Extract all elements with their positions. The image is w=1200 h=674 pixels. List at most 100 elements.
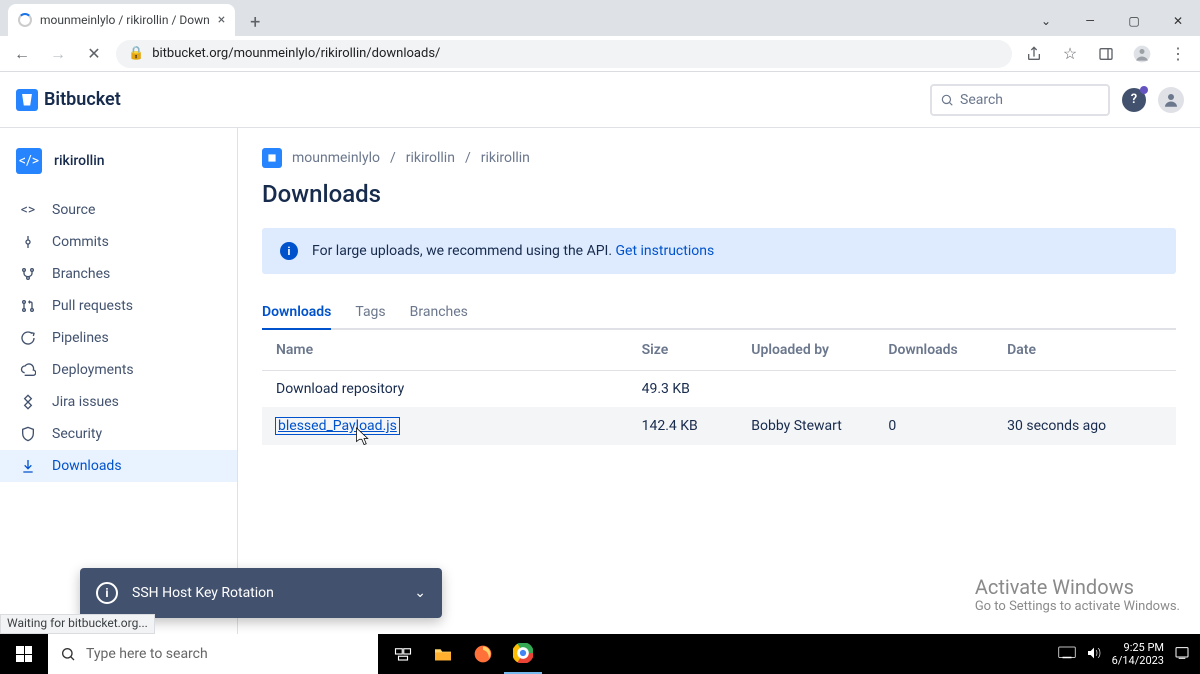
sidepanel-icon[interactable]	[1092, 40, 1120, 68]
sidebar-item-pull-requests[interactable]: Pull requests	[0, 290, 237, 322]
browser-status-bar: Waiting for bitbucket.org...	[0, 614, 155, 634]
browser-toolbar: ← → ✕ 🔒 bitbucket.org/mounmeinlylo/rikir…	[0, 36, 1200, 72]
sidebar-label: Pipelines	[52, 330, 109, 346]
browser-titlebar: mounmeinlylo / rikirollin / Down × + ⌄ —…	[0, 0, 1200, 36]
task-view-icon[interactable]	[384, 634, 422, 674]
info-icon: i	[96, 582, 118, 604]
repo-header[interactable]: </> rikirollin	[0, 144, 237, 194]
address-bar[interactable]: 🔒 bitbucket.org/mounmeinlylo/rikirollin/…	[116, 40, 1012, 68]
file-link[interactable]: blessed_Payload.js	[276, 418, 399, 434]
sidebar-item-commits[interactable]: Commits	[0, 226, 237, 258]
sidebar-item-branches[interactable]: Branches	[0, 258, 237, 290]
cell-by	[737, 371, 874, 408]
cell-date: 30 seconds ago	[993, 408, 1176, 445]
pipelines-icon	[18, 330, 38, 346]
firefox-icon[interactable]	[464, 634, 502, 674]
minimize-button[interactable]: —	[1068, 6, 1112, 36]
chevron-down-icon[interactable]: ⌄	[414, 585, 426, 601]
bitbucket-logo[interactable]: Bitbucket	[16, 89, 121, 111]
lock-icon: 🔒	[128, 46, 144, 61]
menu-icon[interactable]: ⋮	[1164, 40, 1192, 68]
banner-text: For large uploads, we recommend using th…	[312, 243, 612, 259]
start-button[interactable]	[0, 634, 48, 674]
downloads-table: Name Size Uploaded by Downloads Date Dow…	[262, 330, 1176, 445]
banner-link[interactable]: Get instructions	[616, 243, 715, 259]
tray-notifications-icon[interactable]	[1174, 645, 1190, 664]
sidebar-label: Pull requests	[52, 298, 133, 314]
col-size: Size	[628, 330, 738, 371]
loading-spinner-icon	[18, 13, 32, 27]
main-content: mounmeinlylo/ rikirollin/ rikirollin Dow…	[238, 128, 1200, 634]
table-row: Download repository 49.3 KB	[262, 371, 1176, 408]
taskbar-search[interactable]: Type here to search	[48, 634, 378, 674]
tab-title: mounmeinlylo / rikirollin / Down	[40, 13, 210, 27]
ssh-text: SSH Host Key Rotation	[132, 585, 274, 601]
sidebar-label: Deployments	[52, 362, 134, 378]
sidebar-item-pipelines[interactable]: Pipelines	[0, 322, 237, 354]
new-tab-button[interactable]: +	[241, 8, 269, 36]
sidebar-item-downloads[interactable]: Downloads	[0, 450, 237, 482]
search-input[interactable]: Search	[930, 84, 1110, 116]
windows-taskbar: Type here to search 9:25 PM 6/14/2023	[0, 634, 1200, 674]
download-icon	[18, 458, 38, 474]
stop-button[interactable]: ✕	[80, 40, 108, 68]
sidebar-item-jira[interactable]: Jira issues	[0, 386, 237, 418]
profile-icon[interactable]	[1128, 40, 1156, 68]
windows-logo-icon	[16, 646, 32, 662]
ssh-notification[interactable]: i SSH Host Key Rotation ⌄	[80, 568, 442, 618]
close-window-button[interactable]: ✕	[1156, 6, 1200, 36]
tray-volume-icon[interactable]	[1086, 646, 1102, 663]
clock-date: 6/14/2023	[1112, 654, 1164, 667]
branches-icon	[18, 266, 38, 282]
tray-keyboard-icon[interactable]	[1058, 646, 1076, 663]
sidebar-label: Downloads	[52, 458, 122, 474]
maximize-button[interactable]: ▢	[1112, 6, 1156, 36]
sidebar-label: Security	[52, 426, 102, 442]
clock-time: 9:25 PM	[1112, 641, 1164, 654]
download-repo-link[interactable]: Download repository	[276, 381, 404, 397]
info-icon: i	[280, 242, 298, 260]
commits-icon	[18, 234, 38, 250]
tab-downloads[interactable]: Downloads	[262, 296, 331, 330]
cell-dl: 0	[874, 408, 993, 445]
col-name: Name	[262, 330, 628, 371]
help-button[interactable]: ?	[1122, 88, 1146, 112]
cell-date	[993, 371, 1176, 408]
file-explorer-icon[interactable]	[424, 634, 462, 674]
col-downloads: Downloads	[874, 330, 993, 371]
sidebar-label: Source	[52, 202, 95, 218]
sidebar-item-source[interactable]: <> Source	[0, 194, 237, 226]
repo-icon: </>	[16, 148, 42, 174]
sidebar-label: Branches	[52, 266, 110, 282]
cell-dl	[874, 371, 993, 408]
forward-button[interactable]: →	[44, 40, 72, 68]
url-text: bitbucket.org/mounmeinlylo/rikirollin/do…	[152, 46, 440, 61]
crumb-project[interactable]: rikirollin	[406, 150, 455, 166]
window-dropdown-icon[interactable]: ⌄	[1024, 6, 1068, 36]
taskbar-clock[interactable]: 9:25 PM 6/14/2023	[1112, 641, 1164, 667]
table-row: blessed_Payload.js 142.4 KB Bobby Stewar…	[262, 408, 1176, 445]
user-avatar[interactable]	[1158, 87, 1184, 113]
sidebar-item-deployments[interactable]: Deployments	[0, 354, 237, 386]
shield-icon	[18, 426, 38, 442]
browser-tab[interactable]: mounmeinlylo / rikirollin / Down ×	[8, 4, 235, 36]
tab-branches[interactable]: Branches	[410, 296, 468, 330]
product-name: Bitbucket	[44, 89, 121, 110]
breadcrumb: mounmeinlylo/ rikirollin/ rikirollin	[262, 148, 1176, 168]
bookmark-icon[interactable]: ☆	[1056, 40, 1084, 68]
close-tab-icon[interactable]: ×	[218, 12, 225, 28]
back-button[interactable]: ←	[8, 40, 36, 68]
sidebar: </> rikirollin <> Source Commits Branches…	[0, 128, 238, 634]
pull-request-icon	[18, 298, 38, 314]
source-icon: <>	[18, 202, 38, 218]
chrome-icon[interactable]	[504, 634, 542, 674]
crumb-workspace[interactable]: mounmeinlylo	[292, 150, 380, 166]
sidebar-label: Jira issues	[52, 394, 119, 410]
sidebar-item-security[interactable]: Security	[0, 418, 237, 450]
section-tabs: Downloads Tags Branches	[262, 296, 1176, 330]
col-date: Date	[993, 330, 1176, 371]
tab-tags[interactable]: Tags	[355, 296, 385, 330]
taskbar-search-placeholder: Type here to search	[86, 646, 208, 662]
crumb-repo[interactable]: rikirollin	[481, 150, 530, 166]
share-icon[interactable]	[1020, 40, 1048, 68]
